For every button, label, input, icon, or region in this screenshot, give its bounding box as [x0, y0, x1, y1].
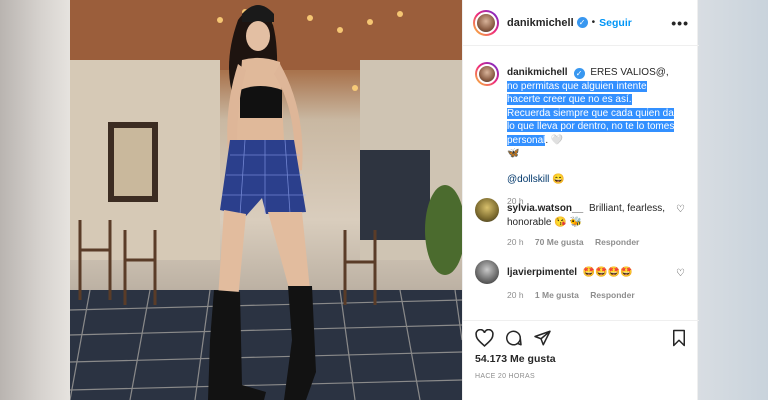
comment-likes[interactable]: 70 Me gusta	[535, 237, 584, 247]
comment-username[interactable]: ljavierpimentel	[507, 267, 577, 278]
avatar[interactable]	[473, 9, 499, 36]
verified-icon: ✓	[576, 17, 588, 28]
comment-item: sylvia.watson__ Brilliant, fearless, hon…	[463, 192, 699, 256]
post-side-panel: danikmichell ✓ • Seguir ••• danikmichell…	[462, 0, 699, 400]
background-right	[698, 0, 768, 400]
mention-link[interactable]: @dollskill	[507, 174, 549, 185]
caption-username[interactable]: danikmichell	[507, 67, 568, 78]
comment-username[interactable]: sylvia.watson__	[507, 203, 583, 214]
comment-time: 20 h	[507, 237, 524, 247]
post-time-ago: HACE 20 HORAS	[475, 373, 535, 380]
comment-time: 20 h	[507, 289, 524, 300]
more-icon[interactable]: •••	[671, 15, 689, 31]
caption-ending: . 🤍	[545, 134, 564, 146]
comment-likes[interactable]: 1 Me gusta	[535, 290, 579, 300]
avatar[interactable]	[475, 198, 499, 222]
avatar[interactable]	[475, 260, 499, 284]
avatar[interactable]	[475, 62, 499, 86]
comments-list: danikmichell ✓ ERES VALIOS@, no permitas …	[463, 56, 699, 312]
comment-like-icon[interactable]: ♡	[676, 204, 685, 215]
likes-count[interactable]: 54.173 Me gusta	[475, 353, 556, 365]
share-icon[interactable]	[533, 329, 552, 347]
post-header: danikmichell ✓ • Seguir •••	[463, 0, 699, 46]
post-photo-illustration	[70, 0, 462, 400]
caption-emoji: 🦋	[507, 148, 520, 159]
comment-text: 🤩🤩🤩🤩	[582, 267, 633, 278]
bookmark-icon[interactable]	[671, 329, 687, 352]
comment-item: ljavierpimentel 🤩🤩🤩🤩 ♡ 20 h 1 Me gusta R…	[463, 256, 699, 312]
caption: danikmichell ✓ ERES VALIOS@, no permitas …	[463, 56, 699, 206]
comment-icon[interactable]	[504, 329, 523, 347]
separator-dot: •	[591, 17, 596, 28]
action-icons	[475, 329, 552, 347]
mention-emoji: 😄	[552, 173, 565, 185]
follow-button[interactable]: Seguir	[599, 17, 632, 29]
heart-icon[interactable]	[475, 329, 494, 347]
background-left	[0, 0, 70, 400]
caption-selected-text: no permitas que alguien intente hacerte …	[507, 80, 675, 146]
comment-like-icon[interactable]: ♡	[676, 268, 685, 279]
post-actions: 54.173 Me gusta HACE 20 HORAS	[463, 320, 699, 400]
reply-button[interactable]: Responder	[595, 237, 639, 247]
verified-icon: ✓	[573, 68, 585, 79]
reply-button[interactable]: Responder	[590, 290, 634, 300]
author-username[interactable]: danikmichell	[507, 17, 574, 29]
post-image[interactable]	[70, 0, 462, 400]
caption-text: ERES VALIOS@,	[590, 67, 669, 78]
